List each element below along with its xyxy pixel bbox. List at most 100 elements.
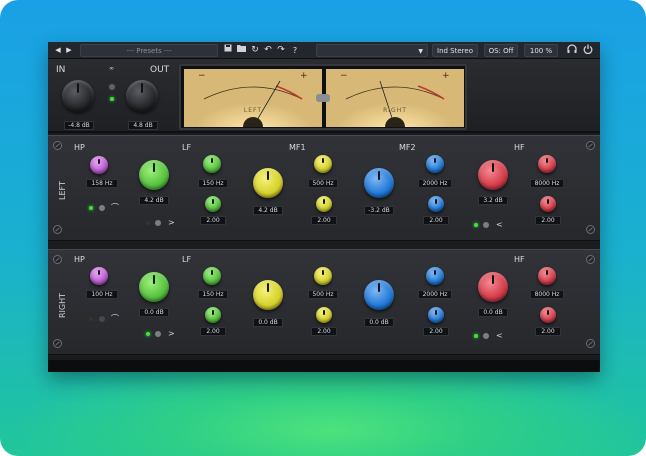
screw-icon [586, 225, 595, 234]
hp-toggle[interactable] [98, 315, 106, 323]
hf-label: HF [514, 143, 525, 152]
hp-label: HP [74, 143, 85, 152]
mf1-label: MF1 [289, 143, 306, 152]
lf-q-knob[interactable] [205, 307, 221, 323]
undo-icon[interactable]: ↶ [263, 44, 273, 57]
output-value: 4.8 dB [128, 121, 158, 130]
reset-icon[interactable]: ↻ [250, 44, 260, 57]
output-gain-knob[interactable] [126, 80, 158, 112]
zoom-button[interactable]: 100 % [524, 44, 558, 57]
mf2-label: MF2 [399, 143, 416, 152]
input-gain-knob[interactable] [62, 80, 94, 112]
hf-freq-knob[interactable] [538, 155, 556, 173]
oversampling-button[interactable]: OS: Off [484, 44, 518, 57]
toolbar: ◀ ▶ --- Presets --- ↻ ↶ ↷ ? ▼ Ind Stereo… [48, 42, 600, 59]
ab-dropdown[interactable]: ▼ [316, 44, 428, 57]
hf-q-knob[interactable] [540, 196, 556, 212]
power-icon[interactable] [582, 44, 594, 57]
screw-icon [53, 339, 62, 348]
mf1-gain-knob[interactable] [253, 168, 283, 198]
hf-q-knob[interactable] [540, 307, 556, 323]
lf-toggle[interactable] [154, 219, 162, 227]
right-channel-label: RIGHT [58, 292, 67, 318]
hf-q-value: 2.00 [535, 327, 561, 336]
mf2-q-value: 2.00 [423, 216, 449, 225]
next-preset-icon[interactable]: ▶ [65, 44, 73, 57]
hp-curve-icon: ⌒ [111, 314, 119, 323]
hp-freq-knob[interactable] [90, 156, 108, 174]
mf1-freq-knob[interactable] [314, 267, 332, 285]
help-icon[interactable]: ? [290, 44, 300, 57]
presets-dropdown[interactable]: --- Presets --- [80, 44, 218, 57]
hf-toggle[interactable] [482, 221, 490, 229]
screw-icon [53, 141, 62, 150]
save-icon[interactable] [223, 44, 233, 57]
stereo-mode-button[interactable]: Ind Stereo [432, 44, 478, 57]
meter-minus-left: − [198, 71, 206, 81]
lf-shape-icon: > [168, 218, 175, 227]
redo-icon[interactable]: ↷ [276, 44, 286, 57]
mf1-gain-value: 0.0 dB [253, 318, 283, 327]
hf-gain-knob[interactable] [478, 272, 508, 302]
screw-icon [586, 255, 595, 264]
mf2-gain-knob[interactable] [364, 168, 394, 198]
mf1-q-value: 2.00 [311, 327, 337, 336]
lf-shape-icon: > [168, 329, 175, 338]
headphones-icon[interactable] [566, 44, 578, 57]
left-vu-meter: − + LEFT [184, 69, 322, 127]
lf-q-knob[interactable] [205, 196, 221, 212]
screw-icon [586, 141, 595, 150]
lf-gain-value: 4.2 dB [139, 196, 169, 205]
lf-label: LF [182, 255, 192, 264]
lf-freq-knob[interactable] [203, 155, 221, 173]
right-vu-meter: − + RIGHT [326, 69, 464, 127]
link-led [110, 97, 114, 101]
mf1-q-knob[interactable] [316, 307, 332, 323]
mf2-freq-knob[interactable] [426, 267, 444, 285]
hf-q-value: 2.00 [535, 216, 561, 225]
meter-plus-left: + [300, 71, 308, 81]
hp-label: HP [74, 255, 85, 264]
left-channel-eq: LEFT HP LF MF1 MF2 HF 158 Hz ⌒ 4.2 dB 15… [48, 135, 600, 241]
mf1-freq-knob[interactable] [314, 155, 332, 173]
mf1-q-knob[interactable] [316, 196, 332, 212]
lf-gain-knob[interactable] [139, 160, 169, 190]
mf2-q-knob[interactable] [428, 196, 444, 212]
lf-freq-knob[interactable] [203, 267, 221, 285]
eq-plugin-window: ◀ ▶ --- Presets --- ↻ ↶ ↷ ? ▼ Ind Stereo… [48, 42, 600, 372]
mf2-freq-knob[interactable] [426, 155, 444, 173]
out-label: OUT [150, 65, 170, 75]
meter-plus-right: + [442, 71, 450, 81]
meter-right-label: RIGHT [383, 107, 407, 114]
folder-icon[interactable] [236, 44, 246, 57]
screw-icon [586, 339, 595, 348]
io-meter-section: IN OUT ∞ -4.8 dB 4.8 dB − + LEFT − + RIG… [48, 59, 600, 133]
lf-gain-knob[interactable] [139, 272, 169, 302]
mf1-gain-value: 4.2 dB [253, 206, 283, 215]
hp-led [89, 317, 93, 321]
link-switch[interactable] [108, 83, 116, 91]
left-channel-label: LEFT [58, 181, 67, 200]
hf-freq-knob[interactable] [538, 267, 556, 285]
hp-curve-icon: ⌒ [111, 203, 119, 212]
hf-led [474, 223, 478, 227]
hf-freq-value: 8000 Hz [530, 179, 564, 188]
link-icon[interactable]: ∞ [109, 65, 114, 72]
hf-led [474, 334, 478, 338]
meter-minus-right: − [340, 71, 348, 81]
hf-toggle[interactable] [482, 332, 490, 340]
mf2-gain-value: 0.0 dB [364, 318, 394, 327]
mf2-gain-knob[interactable] [364, 280, 394, 310]
lf-toggle[interactable] [154, 330, 162, 338]
hf-gain-knob[interactable] [478, 160, 508, 190]
mf1-gain-knob[interactable] [253, 280, 283, 310]
vu-meter-panel: − + LEFT − + RIGHT [179, 64, 467, 130]
hf-gain-value: 3.2 dB [478, 196, 508, 205]
screenshot-card: ◀ ▶ --- Presets --- ↻ ↶ ↷ ? ▼ Ind Stereo… [0, 0, 646, 456]
prev-preset-icon[interactable]: ◀ [54, 44, 62, 57]
mf2-q-knob[interactable] [428, 307, 444, 323]
mf2-q-value: 2.00 [423, 327, 449, 336]
hp-toggle[interactable] [98, 204, 106, 212]
hp-freq-knob[interactable] [90, 267, 108, 285]
hf-shape-icon: < [496, 331, 503, 340]
